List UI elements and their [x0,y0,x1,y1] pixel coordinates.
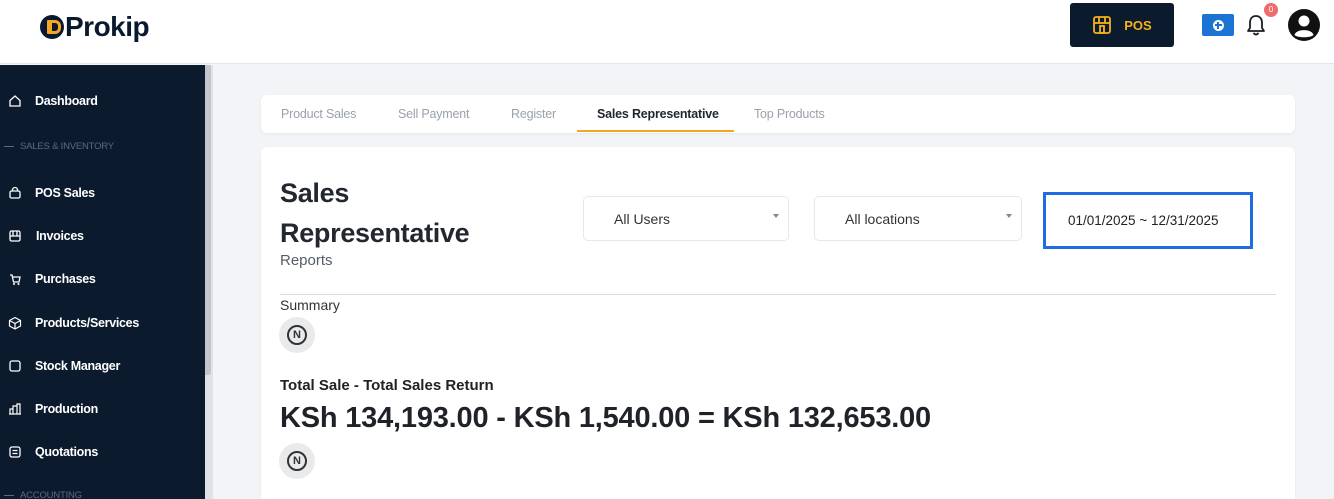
users-filter-value: All Users [614,210,671,227]
sidebar-item-label: Products/Services [35,316,139,330]
home-icon [9,95,21,107]
sidebar-item-label: Dashboard [35,94,98,108]
tab-register[interactable]: Register [511,95,556,133]
sidebar-item-label: Quotations [35,445,98,459]
sidebar-section-accounting: ACCOUNTING [0,485,205,499]
sidebar-item-invoices[interactable]: Invoices [0,221,205,251]
total-label: Total Sale - Total Sales Return [280,377,494,394]
sidebar-section-label: ACCOUNTING [20,489,82,499]
logo-text: Prokip [65,11,150,42]
tab-sell-payment[interactable]: Sell Payment [398,95,469,133]
locations-filter-value: All locations [845,210,920,227]
cart-icon [9,186,21,199]
purchase-icon [10,274,21,285]
add-button[interactable] [1202,14,1234,36]
stock-icon [9,360,21,372]
plus-icon [1212,19,1224,31]
sidebar-section-label: SALES & INVENTORY [20,140,114,152]
quotation-icon [9,446,21,458]
production-icon [9,403,21,415]
caret-down-icon [773,214,779,218]
notification-badge: 0 [1264,3,1278,17]
page-title: Sales Representative [280,178,470,248]
sidebar-item-label: Production [35,402,98,416]
pos-button-label: POS [1124,17,1152,33]
sidebar-item-production[interactable]: Production [0,394,205,424]
summary-label: Summary [280,297,340,313]
user-avatar-icon[interactable] [1287,8,1321,42]
pos-button[interactable]: POS [1070,3,1174,47]
users-filter-select[interactable]: All Users [583,196,789,241]
date-range-field[interactable] [1043,192,1253,249]
date-range-input[interactable] [1068,213,1228,228]
active-tab-indicator [577,130,734,132]
report-card: Sales Representative Reports All Users A… [261,147,1295,499]
sidebar-item-label: Stock Manager [35,359,121,373]
sidebar: Dashboard SALES & INVENTORY POS Sales In… [0,65,205,499]
currency-badge-icon: N [279,317,315,353]
badge-letter: N [287,451,307,471]
tab-sales-representative[interactable]: Sales Representative [597,95,719,133]
sidebar-item-quotations[interactable]: Quotations [0,437,205,467]
page-subtitle: Reports [280,252,333,269]
sidebar-item-purchases[interactable]: Purchases [0,264,205,294]
logo[interactable]: Prokip [40,10,150,44]
total-value: KSh 134,193.00 - KSh 1,540.00 = KSh 132,… [280,402,931,434]
invoice-icon [9,230,21,242]
box-icon [8,316,22,330]
divider [280,294,1276,295]
sidebar-item-stock-manager[interactable]: Stock Manager [0,351,205,381]
caret-down-icon [1006,214,1012,218]
tab-product-sales[interactable]: Product Sales [281,95,356,133]
sidebar-item-label: POS Sales [35,186,95,200]
sidebar-item-pos-sales[interactable]: POS Sales [0,178,205,208]
sidebar-item-label: Purchases [35,272,96,286]
sidebar-section-sales-inventory: SALES & INVENTORY [0,136,205,156]
report-tabs: Product Sales Sell Payment Register Sale… [261,95,1295,133]
tab-top-products[interactable]: Top Products [754,95,825,133]
sidebar-item-dashboard[interactable]: Dashboard [0,86,205,116]
locations-filter-select[interactable]: All locations [814,196,1022,241]
bell-icon[interactable] [1244,12,1268,38]
sidebar-item-products-services[interactable]: Products/Services [0,308,205,338]
logo-icon [40,15,64,39]
sidebar-item-label: Invoices [36,229,84,243]
sidebar-scrollbar-thumb[interactable] [205,65,211,375]
currency-badge-icon: N [279,443,315,479]
top-bar: Prokip POS 0 [0,0,1334,64]
badge-letter: N [287,325,307,345]
store-icon [1093,16,1112,34]
